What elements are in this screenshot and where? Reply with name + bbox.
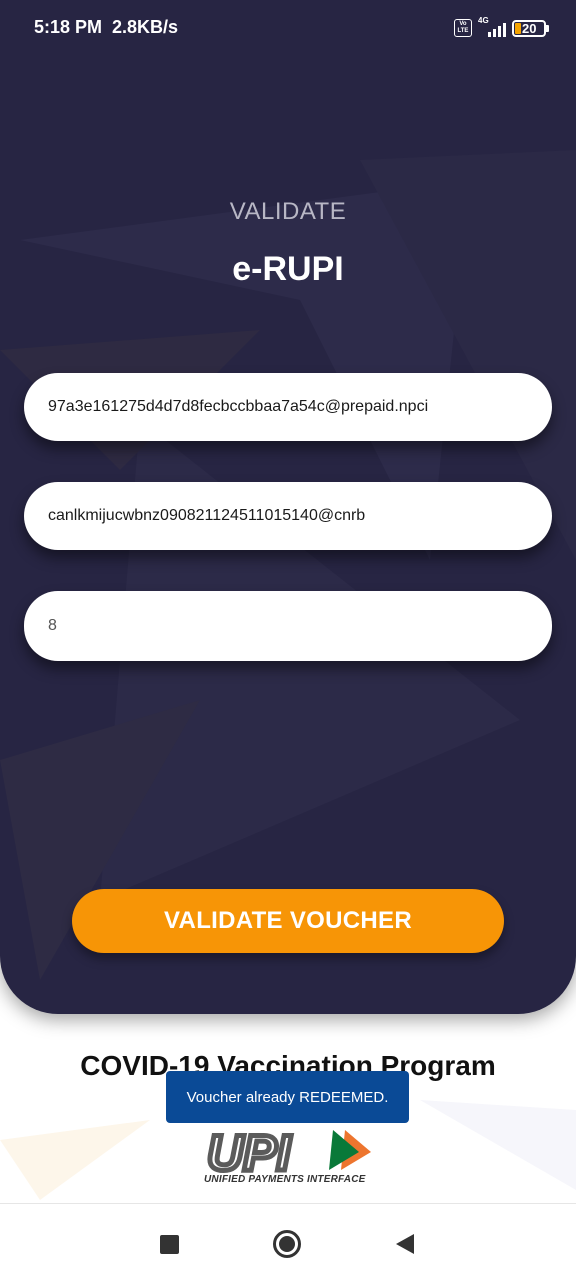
status-time: 5:18 PM [34, 17, 103, 37]
upi-caption: UNIFIED PAYMENTS INTERFACE [204, 1174, 366, 1185]
status-icons: Vo LTE 4G 20 [454, 16, 549, 40]
upi-logo-text: UPI [207, 1125, 291, 1181]
page-title: e-RUPI [232, 250, 344, 288]
amount-field[interactable] [24, 591, 552, 661]
recents-icon [159, 1234, 179, 1254]
back-button[interactable] [391, 1230, 419, 1258]
screen: 5:18 PM 2.8KB/s Vo LTE 4G 20 VALIDATE e-… [0, 0, 576, 1280]
voucher-id-input[interactable] [48, 398, 552, 416]
status-speed: 2.8KB/s [112, 17, 179, 37]
amount-input[interactable] [48, 617, 552, 635]
toast-message: Voucher already REDEEMED. [166, 1071, 409, 1123]
validate-voucher-button[interactable]: VALIDATE VOUCHER [72, 889, 504, 953]
battery-icon: 20 [512, 19, 549, 37]
vpa-field[interactable] [24, 482, 552, 550]
battery-level: 20 [522, 20, 537, 36]
home-icon [273, 1230, 301, 1258]
signal-icon: 4G [478, 16, 506, 38]
home-button[interactable] [273, 1230, 301, 1258]
recents-button[interactable] [155, 1230, 183, 1258]
navigation-bar [0, 1203, 576, 1280]
back-icon [396, 1234, 414, 1254]
volte-icon: Vo LTE [454, 19, 472, 37]
page-subtitle: VALIDATE [229, 198, 347, 225]
header-panel: 5:18 PM 2.8KB/s Vo LTE 4G 20 VALIDATE e-… [0, 0, 576, 1014]
vpa-input[interactable] [48, 507, 552, 525]
voucher-id-field[interactable] [24, 373, 552, 441]
status-bar: 5:18 PM 2.8KB/s Vo LTE 4G 20 [0, 0, 576, 56]
